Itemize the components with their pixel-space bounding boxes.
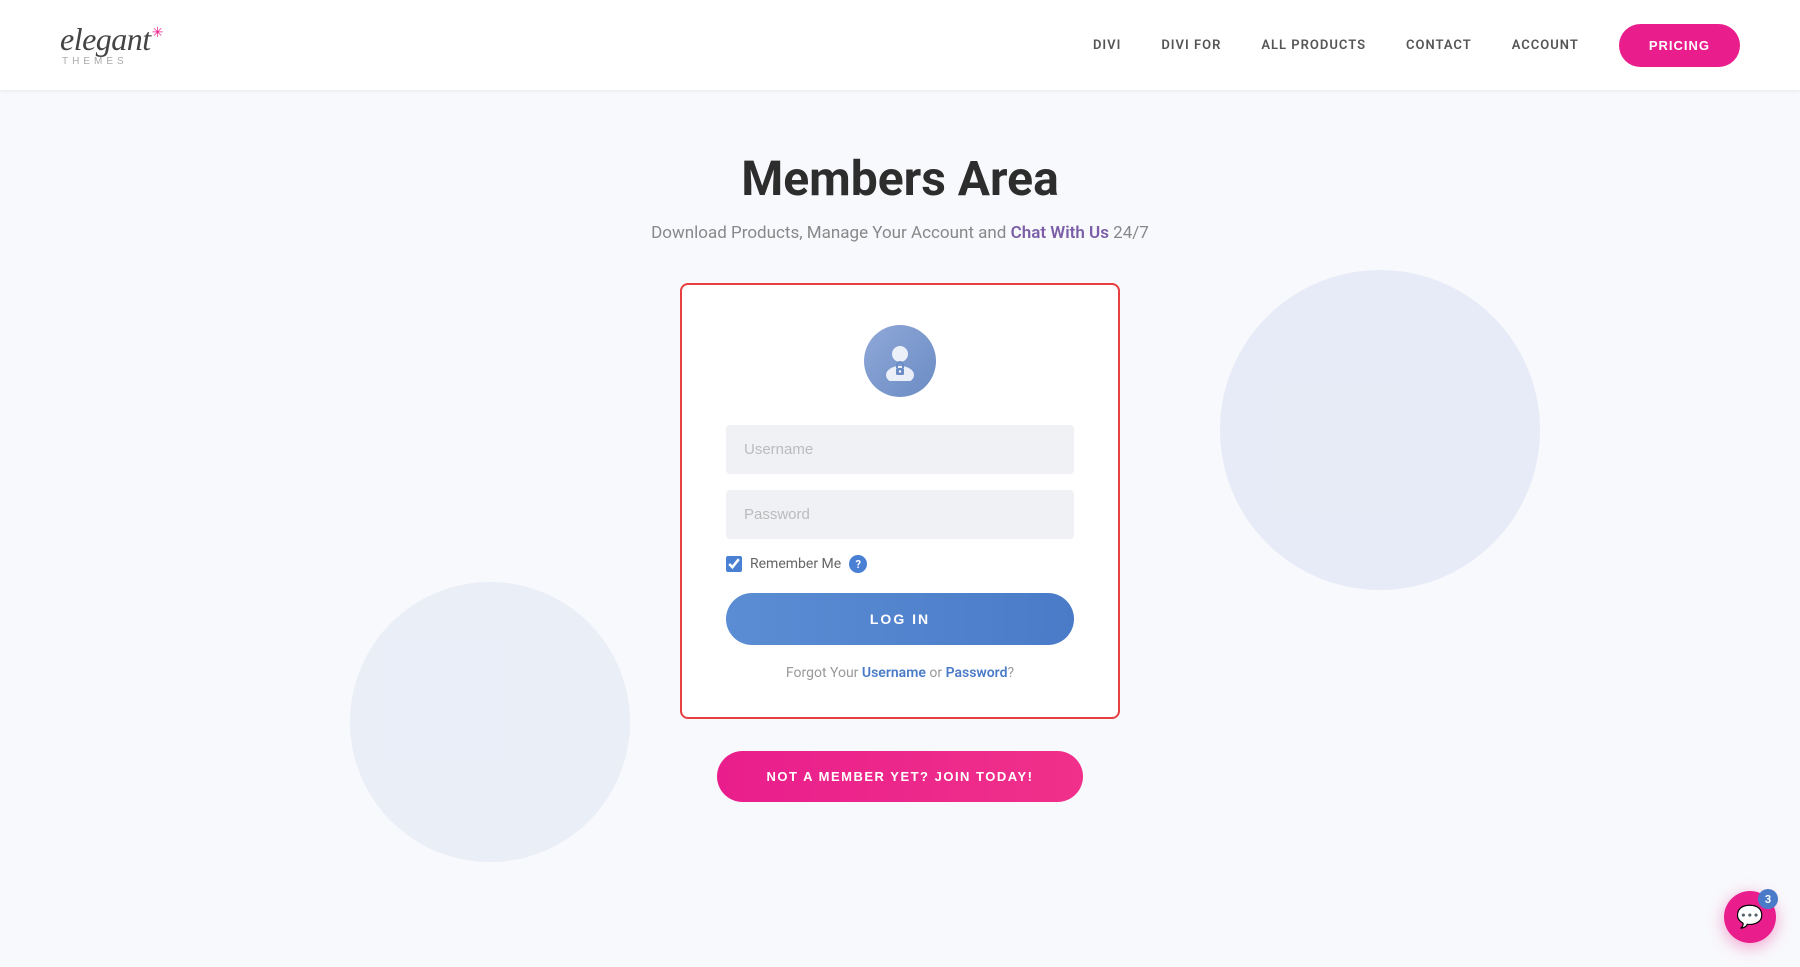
nav-contact[interactable]: CONTACT <box>1406 38 1472 53</box>
nav-account[interactable]: ACCOUNT <box>1512 38 1579 53</box>
bg-circle-bottom <box>350 582 630 862</box>
chat-badge: 3 <box>1758 889 1778 909</box>
user-svg <box>880 341 920 381</box>
password-input[interactable] <box>726 490 1074 539</box>
remember-me-row: Remember Me ? <box>726 555 1074 573</box>
login-card: Remember Me ? LOG IN Forgot Your Usernam… <box>680 283 1120 719</box>
bg-circle-right <box>1220 270 1540 590</box>
header: elegant ✳ themes DIVI DIVI FOR ALL PRODU… <box>0 0 1800 90</box>
page-title: Members Area <box>741 150 1059 207</box>
join-button[interactable]: NOT A MEMBER YET? JOIN TODAY! <box>717 751 1084 802</box>
login-button[interactable]: LOG IN <box>726 593 1074 645</box>
forgot-or: or <box>926 665 946 681</box>
nav-all-products[interactable]: ALL PRODUCTS <box>1261 38 1366 53</box>
help-icon[interactable]: ? <box>849 555 867 573</box>
forgot-password-link[interactable]: Password <box>946 665 1008 681</box>
main-content: Members Area Download Products, Manage Y… <box>0 90 1800 802</box>
chat-bubble-icon: 💬 <box>1736 905 1763 930</box>
forgot-username-link[interactable]: Username <box>862 665 926 681</box>
nav-divi[interactable]: DIVI <box>1093 38 1121 53</box>
pricing-button[interactable]: PRICING <box>1619 24 1740 67</box>
logo-star: ✳ <box>152 26 164 40</box>
logo-themes: themes <box>60 57 163 67</box>
page-subtitle: Download Products, Manage Your Account a… <box>651 223 1149 243</box>
forgot-credentials-row: Forgot Your Username or Password? <box>726 665 1074 681</box>
main-nav: DIVI DIVI FOR ALL PRODUCTS CONTACT ACCOU… <box>1093 24 1740 67</box>
subtitle-text-after: 24/7 <box>1109 223 1149 243</box>
logo-elegant: elegant <box>60 23 151 55</box>
user-icon-wrapper <box>726 325 1074 397</box>
remember-me-checkbox[interactable] <box>726 556 742 572</box>
nav-divi-for[interactable]: DIVI FOR <box>1161 38 1221 53</box>
subtitle-text-before: Download Products, Manage Your Account a… <box>651 223 1010 243</box>
forgot-prefix: Forgot Your <box>786 665 862 681</box>
chat-bubble[interactable]: 💬 3 <box>1724 891 1776 943</box>
remember-me-label: Remember Me <box>750 556 841 572</box>
username-input[interactable] <box>726 425 1074 474</box>
logo[interactable]: elegant ✳ themes <box>60 23 163 67</box>
forgot-suffix: ? <box>1007 665 1014 681</box>
user-avatar-icon <box>864 325 936 397</box>
chat-with-us-link[interactable]: Chat With Us <box>1011 223 1109 243</box>
